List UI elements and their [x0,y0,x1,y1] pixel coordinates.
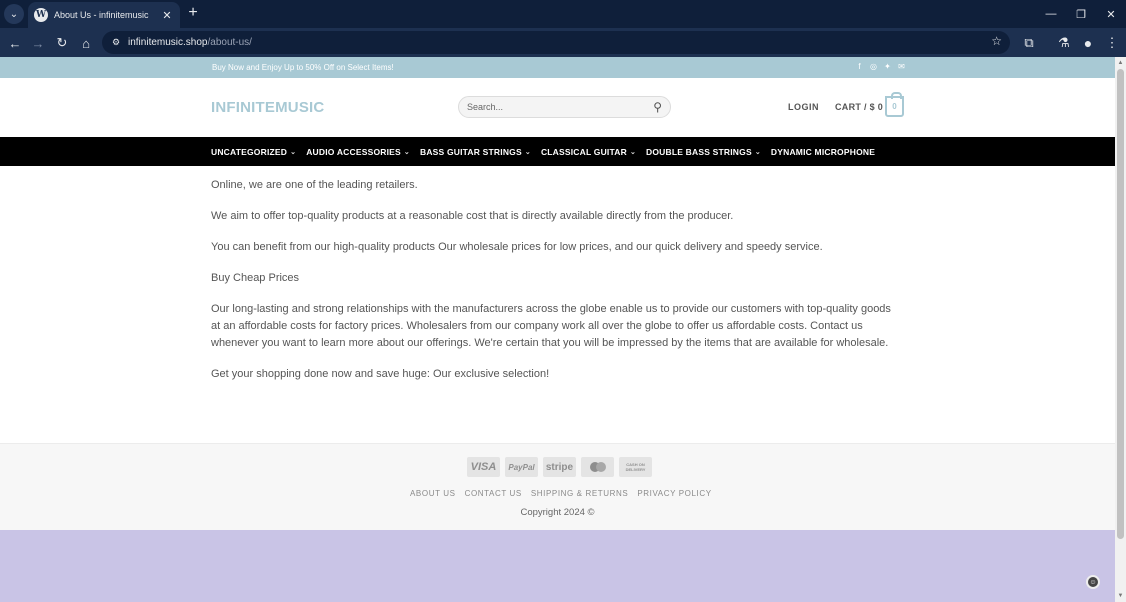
content-paragraph: You can benefit from our high-quality pr… [211,241,823,253]
facebook-icon[interactable]: f [855,62,864,72]
footer-link-shipping-returns[interactable]: SHIPPING & RETURNS [531,489,628,498]
home-icon[interactable]: ⌂ [76,33,96,53]
content-paragraph: We aim to offer top-quality products at … [211,210,734,222]
chevron-down-icon: ⌄ [629,148,637,156]
accessibility-widget-icon[interactable]: ☺ [1086,575,1100,589]
search-icon[interactable]: ⚲ [653,100,662,114]
mastercard-icon [581,457,614,477]
content-paragraph: Our long-lasting and strong relationship… [211,303,891,349]
nav-item-label: BASS GUITAR STRINGS [419,146,522,157]
promo-top-bar: Buy Now and Enjoy Up to 50% Off on Selec… [0,57,1115,78]
nav-item-uncategorized[interactable]: UNCATEGORIZED ⌄ [211,147,296,157]
stripe-icon: stripe [543,457,576,477]
tab-close-icon[interactable]: ✕ [160,9,174,22]
content-paragraph: Get your shopping done now and save huge… [211,368,550,380]
twitter-icon[interactable]: ✦ [883,62,892,72]
nav-item-label: DOUBLE BASS STRINGS [646,146,752,157]
search-box: ⚲ [458,96,671,118]
forward-arrow-icon[interactable]: → [28,33,48,53]
site-footer: VISA PayPal stripe CASH ON DELIVERY ABOU… [0,443,1115,530]
page-scrollbar[interactable]: ▲ ▼ [1115,57,1126,602]
copyright-text: Copyright 2024 © [520,507,595,518]
social-links: f ◎ ✦ ✉ [855,62,906,72]
scroll-down-arrow-icon[interactable]: ▼ [1117,592,1124,600]
window-close-icon[interactable]: ✕ [1096,0,1126,28]
nav-item-label: DYNAMIC MICROPHONE [770,146,876,157]
login-link[interactable]: LOGIN [788,102,819,112]
footer-link-privacy-policy[interactable]: PRIVACY POLICY [637,489,711,498]
chevron-down-icon: ⌄ [290,148,297,156]
site-header: INFINITEMUSIC ⚲ LOGIN CART / $ 0 0 [0,78,1115,137]
profile-avatar-icon[interactable]: ● [1078,33,1098,53]
footer-links: ABOUT US CONTACT US SHIPPING & RETURNS PRIV… [410,489,712,498]
footer-link-about-us[interactable]: ABOUT US [410,489,456,498]
new-tab-plus-icon[interactable]: + [184,4,202,22]
url-host: infinitemusic.shop [128,37,208,48]
labs-flask-icon[interactable]: ⚗ [1054,33,1074,53]
nav-item-classical-guitar[interactable]: CLASSICAL GUITAR ⌄ [541,147,636,157]
email-icon[interactable]: ✉ [897,62,906,72]
url-path: /about-us/ [207,37,252,48]
nav-item-label: CLASSICAL GUITAR [540,146,627,157]
about-us-content: Online, we are one of the leading retail… [211,177,901,397]
window-controls: — ❐ ✕ [1036,0,1126,28]
reload-icon[interactable]: ↻ [52,33,72,53]
nav-item-label: UNCATEGORIZED [211,146,288,157]
site-logo[interactable]: INFINITEMUSIC [211,99,324,116]
content-paragraph: Online, we are one of the leading retail… [211,179,418,191]
address-bar[interactable]: ⚙ infinitemusic.shop/about-us/ ☆ [102,31,1010,54]
cart-link[interactable]: CART / $ 0 [835,102,883,112]
site-info-icon[interactable]: ⚙ [110,37,122,49]
tab-title: About Us - infinitemusic [54,10,149,20]
bookmark-star-icon[interactable]: ☆ [991,34,1002,48]
nav-item-label: AUDIO ACCESSORIES [306,146,401,157]
browser-tab-bar: ⌄ W About Us - infinitemusic ✕ + — ❐ ✕ [0,0,1126,28]
scroll-thumb[interactable] [1117,69,1124,539]
chevron-down-icon: ⌄ [524,148,531,156]
instagram-icon[interactable]: ◎ [869,62,878,72]
cart-count: 0 [892,102,897,111]
cart-bag-icon[interactable]: 0 [885,92,904,117]
search-input[interactable] [467,102,654,112]
scroll-up-arrow-icon[interactable]: ▲ [1117,59,1124,67]
nav-item-bass-guitar-strings[interactable]: BASS GUITAR STRINGS ⌄ [420,147,531,157]
promo-text: Buy Now and Enjoy Up to 50% Off on Selec… [212,63,394,72]
content-paragraph: Buy Cheap Prices [211,272,300,284]
restore-icon[interactable]: ❐ [1066,0,1096,28]
chevron-down-icon: ⌄ [403,148,410,156]
web-page: Buy Now and Enjoy Up to 50% Off on Selec… [0,57,1115,602]
back-arrow-icon[interactable]: ← [5,33,25,53]
payment-icons: VISA PayPal stripe CASH ON DELIVERY [467,457,652,477]
extensions-puzzle-icon[interactable]: ⧉ [1019,33,1039,53]
more-menu-icon[interactable]: ⋮ [1102,33,1122,53]
nav-item-dynamic-microphone[interactable]: DYNAMIC MICROPHONE [771,147,875,157]
minimize-icon[interactable]: — [1036,0,1066,28]
page-bottom-area [0,530,1115,602]
visa-icon: VISA [467,457,500,477]
browser-toolbar: ← → ↻ ⌂ ⚙ infinitemusic.shop/about-us/ ☆… [0,28,1126,57]
tab-search-chevron-icon[interactable]: ⌄ [4,4,24,24]
footer-link-contact-us[interactable]: CONTACT US [465,489,522,498]
main-navigation: UNCATEGORIZED ⌄ AUDIO ACCESSORIES ⌄ BASS GUI… [0,137,1115,166]
chevron-down-icon: ⌄ [754,148,761,156]
browser-tab-active[interactable]: W About Us - infinitemusic ✕ [28,2,180,28]
cash-on-delivery-icon: CASH ON DELIVERY [619,457,652,477]
paypal-icon: PayPal [505,457,538,477]
nav-item-double-bass-strings[interactable]: DOUBLE BASS STRINGS ⌄ [646,147,761,157]
nav-item-audio-accessories[interactable]: AUDIO ACCESSORIES ⌄ [306,147,410,157]
wordpress-favicon-icon: W [34,8,48,22]
